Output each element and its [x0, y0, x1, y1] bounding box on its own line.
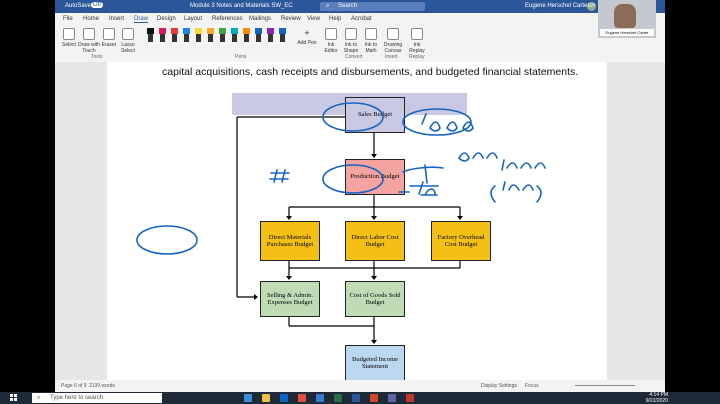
ink-replay-button[interactable]: Ink Replay [407, 28, 427, 54]
draw-ribbon: Select Draw with Touch Eraser Lasso Sele… [55, 25, 665, 63]
select-button[interactable]: Select [59, 28, 79, 54]
ink-editor-button[interactable]: Ink Editor [321, 28, 341, 54]
plus-icon: + [304, 28, 310, 38]
pen-12-button[interactable] [279, 28, 286, 42]
tab-home[interactable]: Home [83, 16, 99, 22]
taskbar-search[interactable]: ⌕ Type here to search [32, 393, 162, 403]
tab-draw[interactable]: Draw [134, 16, 149, 23]
acrobat-icon[interactable] [406, 394, 414, 402]
eraser-icon [103, 28, 115, 40]
autosave-toggle[interactable]: Off [91, 2, 103, 8]
word-icon[interactable] [352, 394, 360, 402]
replay-group-label: Replay [409, 54, 425, 60]
store-icon[interactable] [280, 394, 288, 402]
word-count[interactable]: 2139 words [89, 383, 115, 389]
drawing-canvas-button[interactable]: Drawing Canvas [381, 28, 405, 54]
ink-annotations [136, 102, 546, 255]
word-window: AutoSave Off Module 3 Notes and Material… [55, 0, 665, 392]
ink-to-shape-button[interactable]: Ink to Shape [341, 28, 361, 54]
shape-icon [345, 28, 357, 40]
convert-group-label: Convert [345, 54, 363, 60]
search-icon: ⌕ [37, 395, 41, 401]
pen-1-button[interactable] [147, 28, 154, 42]
autosave-label: AutoSave [65, 3, 92, 9]
tab-help[interactable]: Help [329, 16, 341, 22]
presenter-image [614, 4, 636, 28]
display-settings[interactable]: Display Settings [481, 383, 517, 389]
windows-start-icon[interactable] [10, 394, 18, 402]
document-title: Module 3 Notes and Materials SW_EC [190, 3, 293, 9]
tab-insert[interactable]: Insert [109, 16, 124, 22]
pen-7-button[interactable] [219, 28, 226, 42]
status-bar: Page 6 of 9 2139 words Display Settings … [55, 380, 665, 392]
ink-to-math-button[interactable]: Ink to Math [361, 28, 381, 54]
document-area: capital acquisitions, cash receipts and … [55, 62, 665, 381]
pen-11-button[interactable] [267, 28, 274, 42]
tab-view[interactable]: View [307, 16, 320, 22]
search-icon: ⌕ [326, 3, 330, 9]
pen-6-button[interactable] [207, 28, 214, 42]
ribbon-tabs: File Home Insert Draw Design Layout Refe… [55, 13, 665, 25]
focus-mode[interactable]: Focus [525, 383, 539, 389]
eraser-button[interactable]: Eraser [99, 28, 119, 54]
webcam-caption: Eugene Herschel Carter [600, 29, 654, 36]
pen-4-button[interactable] [183, 28, 190, 42]
edge-icon[interactable] [244, 394, 252, 402]
webcam-overlay: Eugene Herschel Carter [598, 0, 656, 38]
page-count[interactable]: Page 6 of 9 [61, 383, 87, 389]
tools-group-label: Tools [91, 54, 103, 60]
cursor-icon [63, 28, 75, 40]
pen-2-button[interactable] [159, 28, 166, 42]
user-name[interactable]: Eugene Herschel Carter [525, 3, 589, 9]
tab-design[interactable]: Design [157, 16, 176, 22]
document-page[interactable]: capital acquisitions, cash receipts and … [107, 62, 607, 381]
title-bar: AutoSave Off Module 3 Notes and Material… [55, 0, 665, 13]
powerpoint-icon[interactable] [370, 394, 378, 402]
search-box[interactable]: ⌕ Search [320, 2, 425, 11]
tab-references[interactable]: References [212, 16, 243, 22]
ink-editor-icon [325, 28, 337, 40]
tab-acrobat[interactable]: Acrobat [351, 16, 372, 22]
excel-icon[interactable] [334, 394, 342, 402]
replay-icon [411, 28, 423, 40]
touch-icon [83, 28, 95, 40]
avatar[interactable]: EH [587, 2, 596, 11]
pen-3-button[interactable] [171, 28, 178, 42]
tab-layout[interactable]: Layout [184, 16, 202, 22]
system-clock[interactable]: 4:14 PM 9/22/2020 [646, 392, 668, 404]
windows-taskbar: ⌕ Type here to search 4:14 PM 9/22/2020 [0, 392, 720, 404]
tab-file[interactable]: File [63, 16, 73, 22]
lasso-icon [122, 28, 134, 40]
zoom-slider[interactable] [575, 385, 635, 386]
pen-8-button[interactable] [231, 28, 238, 42]
search-placeholder: Search [338, 3, 358, 9]
zoom-icon[interactable] [316, 394, 324, 402]
math-icon [365, 28, 377, 40]
canvas-icon [387, 28, 399, 40]
pen-5-button[interactable] [195, 28, 202, 42]
pen-10-button[interactable] [255, 28, 262, 42]
tab-review[interactable]: Review [281, 16, 301, 22]
pens-group-label: Pens [235, 54, 247, 60]
chrome-icon[interactable] [298, 394, 306, 402]
lasso-select-button[interactable]: Lasso Select [118, 28, 138, 54]
tab-mailings[interactable]: Mailings [249, 16, 271, 22]
add-pen-button[interactable]: + Add Pen [297, 28, 317, 54]
insert-group-label: Insert [385, 54, 398, 60]
file-explorer-icon[interactable] [262, 394, 270, 402]
pen-9-button[interactable] [243, 28, 250, 42]
draw-with-touch-button[interactable]: Draw with Touch [77, 28, 101, 54]
teams-icon[interactable] [388, 394, 396, 402]
